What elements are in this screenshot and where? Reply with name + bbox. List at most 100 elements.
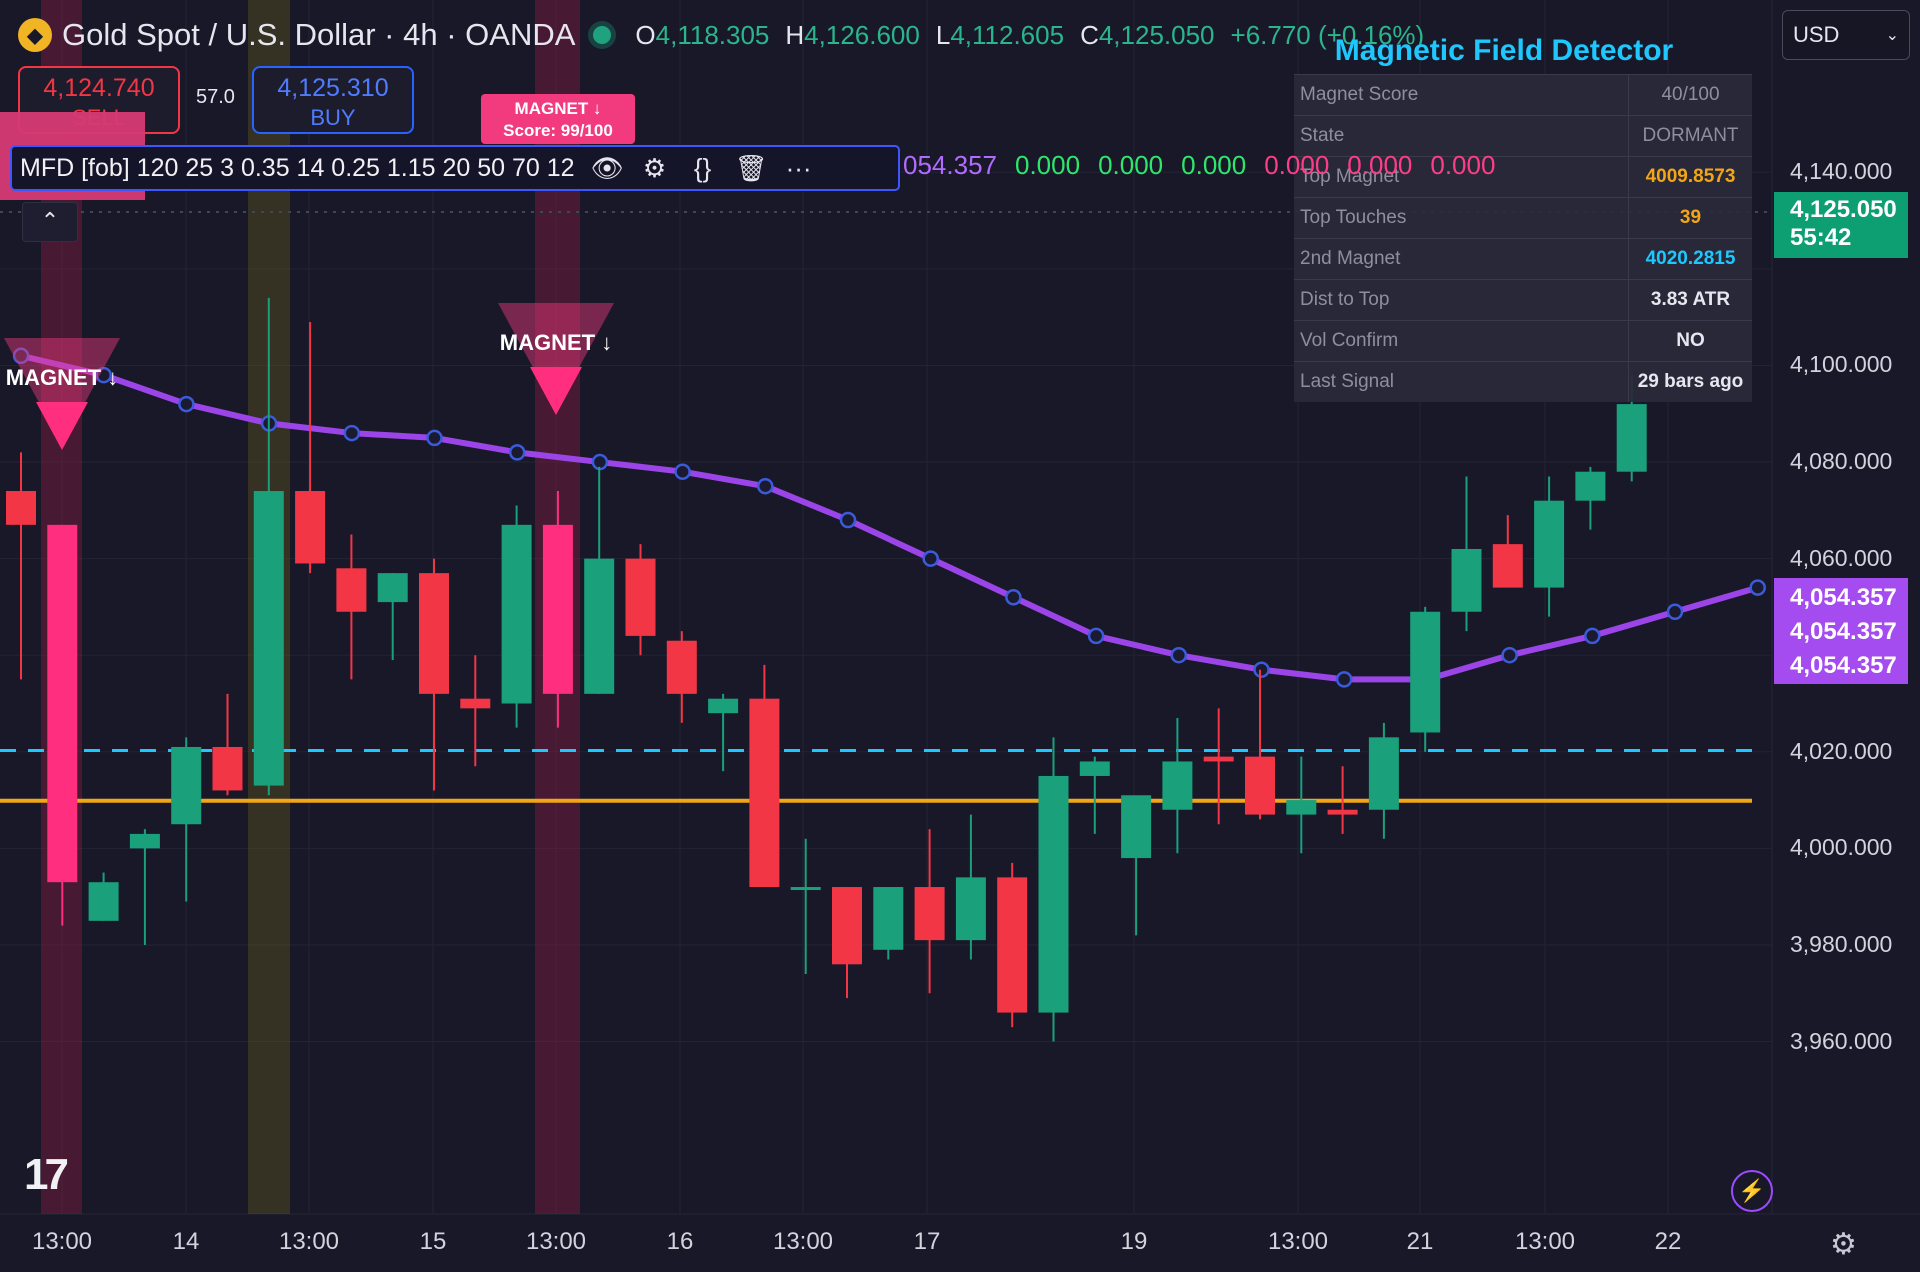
candle-bearish[interactable]	[666, 640, 697, 694]
magnet-score-badge: MAGNET ↓ Score: 99/100	[481, 94, 635, 144]
currency-select[interactable]: USD ⌄	[1782, 10, 1910, 60]
candle-bullish[interactable]	[129, 833, 160, 849]
panel-row-value: 4009.8573	[1628, 157, 1752, 197]
indicator-params[interactable]: MFD [fob] 120 25 3 0.35 14 0.25 1.15 20 …	[20, 154, 575, 183]
panel-row-value: 40/100	[1628, 75, 1752, 115]
indicator-value: 054.357	[903, 150, 997, 180]
candle-bearish[interactable]	[914, 887, 945, 941]
y-axis-label: 4,060.000	[1790, 544, 1893, 571]
symbol-name[interactable]: Gold Spot / U.S. Dollar · 4h · OANDA	[62, 17, 575, 53]
candle-bullish[interactable]	[1575, 471, 1606, 501]
ma-point	[757, 477, 774, 495]
candle-bearish[interactable]	[1203, 756, 1234, 762]
gear-icon[interactable]: ⚙	[1830, 1227, 1857, 1262]
ma-point	[1335, 671, 1353, 688]
indicator-legend[interactable]: MFD [fob] 120 25 3 0.35 14 0.25 1.15 20 …	[10, 145, 900, 191]
candle-bullish[interactable]	[1616, 404, 1647, 472]
x-axis-label: 16	[666, 1228, 694, 1255]
panel-row-label: Vol Confirm	[1300, 330, 1399, 351]
candle-bullish[interactable]	[171, 746, 202, 825]
candle-bearish[interactable]	[47, 524, 78, 883]
lightning-icon[interactable]: ⚡	[1731, 1170, 1773, 1212]
candle-bullish[interactable]	[253, 491, 284, 786]
magnet-signal-label: MAGNET ↓	[500, 330, 612, 355]
candle-bullish[interactable]	[88, 882, 119, 921]
candle-bullish[interactable]	[955, 877, 986, 941]
candle-bearish[interactable]	[1245, 756, 1275, 815]
candle-bullish[interactable]	[584, 558, 615, 694]
candle-bullish[interactable]	[1162, 761, 1193, 810]
tradingview-logo[interactable]: 17	[24, 1150, 69, 1200]
x-axis-label: 13:00	[1267, 1228, 1329, 1255]
panel-row-value: 39	[1628, 198, 1752, 238]
candle-bullish[interactable]	[501, 524, 532, 704]
chevron-down-icon: ⌄	[1885, 27, 1899, 44]
x-axis-label: 13:00	[772, 1228, 834, 1255]
panel-row-value: DORMANT	[1628, 116, 1752, 156]
ma-point	[1005, 589, 1022, 606]
candle-bullish[interactable]	[708, 698, 739, 714]
candle-bearish[interactable]	[6, 491, 36, 525]
candle-bearish[interactable]	[336, 568, 367, 612]
panel-row: Last Signal 29 bars ago	[1294, 361, 1752, 402]
market-open-icon	[593, 26, 612, 44]
buy-button[interactable]: 4,125.310 BUY	[252, 66, 414, 134]
candle-bearish[interactable]	[542, 524, 573, 694]
candle-bullish[interactable]	[377, 573, 408, 603]
candle-bullish[interactable]	[1368, 737, 1399, 810]
candle-bearish[interactable]	[295, 491, 326, 564]
x-axis-label: 22	[1654, 1228, 1682, 1255]
candle-bullish[interactable]	[1534, 500, 1565, 588]
panel-row: Vol Confirm NO	[1294, 320, 1752, 361]
magnet-badge-title: MAGNET ↓	[514, 99, 602, 118]
ma-point	[1253, 661, 1270, 678]
candle-bearish[interactable]	[997, 877, 1028, 1013]
ohlc-close-value: 4,125.050	[1098, 19, 1215, 50]
more-options-icon[interactable]: ···	[783, 153, 815, 184]
currency-value: USD	[1793, 22, 1840, 47]
indicator-value: 0.000	[1098, 150, 1164, 180]
panel-row-label: Magnet Score	[1300, 84, 1419, 105]
source-code-icon[interactable]: {}	[687, 153, 719, 184]
ohlc-open-key: O	[635, 19, 656, 50]
indicator-value: 0.000	[1430, 150, 1496, 180]
candle-bullish[interactable]	[1121, 795, 1152, 859]
candle-bearish[interactable]	[625, 558, 656, 636]
indicator-value: 0.000	[1014, 150, 1081, 180]
gold-coin-icon: ◆	[18, 18, 52, 52]
current-price-tag: 4,125.050 55:42	[1774, 192, 1908, 258]
candle-bearish[interactable]	[1492, 544, 1523, 588]
bar-countdown: 55:42	[1790, 224, 1852, 251]
candle-bullish[interactable]	[790, 887, 821, 891]
x-axis-label: 21	[1406, 1228, 1434, 1255]
visibility-eye-icon[interactable]: 👁	[591, 153, 624, 184]
candle-bullish[interactable]	[1079, 761, 1110, 776]
candle-bearish[interactable]	[460, 698, 491, 709]
y-axis-label: 3,980.000	[1790, 930, 1893, 957]
delete-trash-icon[interactable]: 🗑	[735, 153, 768, 184]
symbol-header: ◆ Gold Spot / U.S. Dollar · 4h · OANDA O…	[18, 10, 1424, 60]
ohlc-low-value: 4,112.605	[950, 19, 1065, 50]
panel-row-value: 29 bars ago	[1628, 362, 1752, 402]
candle-bearish[interactable]	[832, 887, 862, 965]
candle-bullish[interactable]	[873, 887, 904, 950]
settings-icon[interactable]: ⚙	[639, 153, 671, 184]
candle-bearish[interactable]	[212, 746, 243, 791]
candle-bullish[interactable]	[1038, 775, 1069, 1013]
candle-bullish[interactable]	[1410, 611, 1441, 733]
candle-bullish[interactable]	[1451, 548, 1482, 612]
ma-point	[674, 463, 691, 480]
candle-bearish[interactable]	[419, 573, 449, 694]
x-axis-label: 13:00	[278, 1228, 340, 1255]
candle-bullish[interactable]	[1286, 800, 1317, 815]
candle-bearish[interactable]	[1327, 809, 1358, 815]
ma-price-tag: 4,054.357	[1790, 652, 1897, 679]
candle-bearish[interactable]	[749, 698, 780, 888]
panel-row-value: NO	[1628, 321, 1752, 361]
spread-value: 57.0	[196, 86, 235, 108]
ohlc-close-key: C	[1080, 19, 1099, 50]
x-axis-label: 14	[172, 1228, 200, 1255]
panel-title: Magnetic Field Detector	[1334, 34, 1674, 67]
y-axis-label: 3,960.000	[1790, 1027, 1893, 1054]
collapse-legend-button[interactable]: ⌃	[22, 202, 78, 242]
